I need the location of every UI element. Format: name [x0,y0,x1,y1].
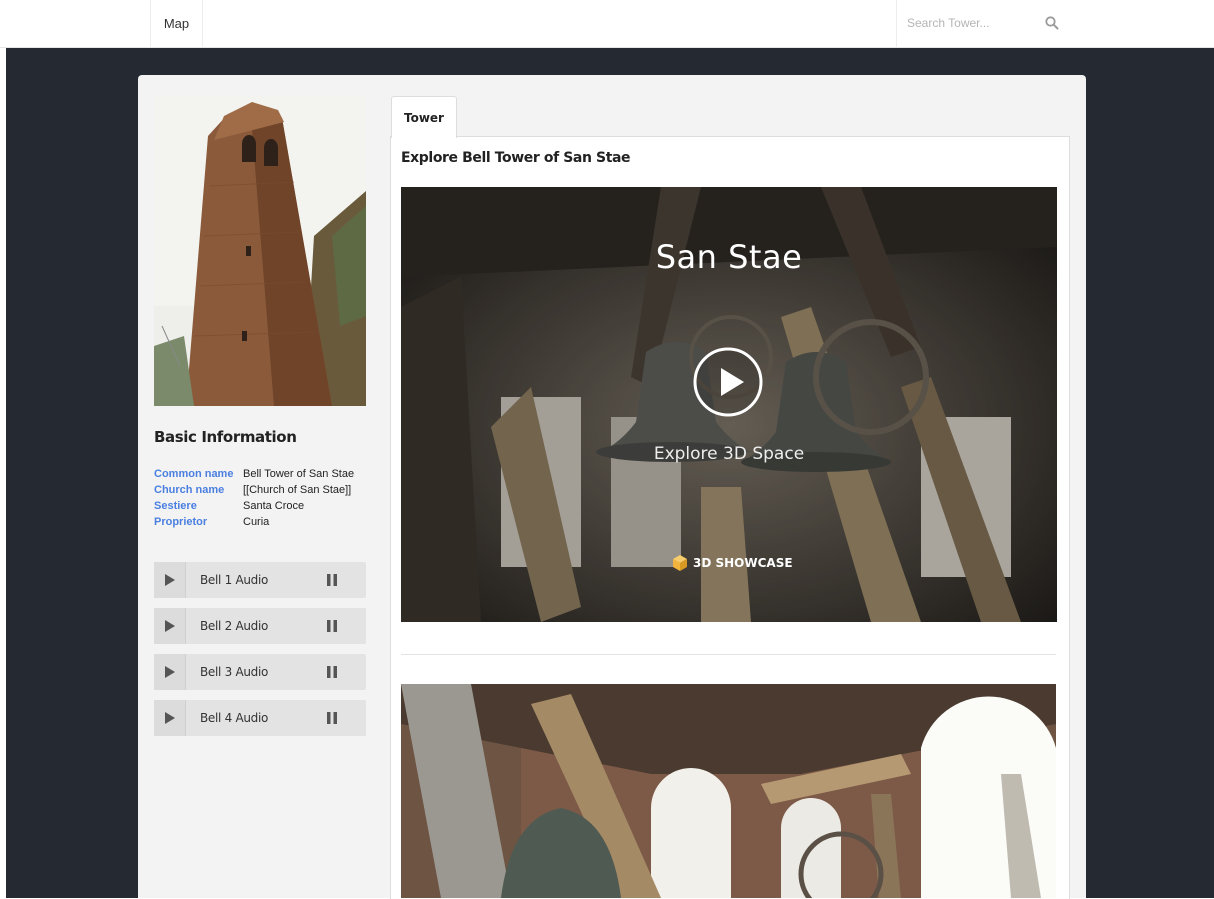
tab-tower[interactable]: Tower [391,96,457,138]
search-input[interactable] [907,13,1027,33]
info-value: Santa Croce [243,500,305,512]
showcase-badge-label: 3D SHOWCASE [693,556,793,570]
bell-audio-label: Bell 3 Audio [200,665,269,679]
info-key: Church name [154,484,225,496]
3d-showcase-viewer[interactable]: San Stae Explore 3D Space 3D SHOWCASE [401,187,1057,622]
pause-icon[interactable] [326,666,338,678]
bell-audio-label: Bell 2 Audio [200,619,269,633]
cube-icon [673,555,687,571]
3d-showcase-badge: 3D SHOWCASE [671,553,793,573]
play-icon[interactable] [692,346,764,418]
play-icon [164,712,175,724]
bell-2-audio-player: Bell 2 Audio [154,608,366,644]
info-row: Proprietor Curia [154,514,354,530]
info-key: Sestiere [154,500,197,512]
info-row: Sestiere Santa Croce [154,498,354,514]
bell-4-play-button[interactable] [154,700,186,736]
basic-information-heading: Basic Information [154,428,297,446]
bell-3-audio-player: Bell 3 Audio [154,654,366,690]
basic-information-table: Common name Bell Tower of San Stae Churc… [154,466,354,530]
bell-3-play-button[interactable] [154,654,186,690]
bell-1-audio-player: Bell 1 Audio [154,562,366,598]
info-value: [[Church of San Stae]] [243,484,352,496]
bell-audio-label: Bell 1 Audio [200,573,269,587]
info-value: Curia [243,516,270,528]
showcase-title: San Stae [655,238,803,276]
play-icon [164,666,175,678]
showcase-caption: Explore 3D Space [653,444,805,464]
pause-icon[interactable] [326,574,338,586]
top-navbar: Map [0,0,1214,48]
info-value: Bell Tower of San Stae [243,468,355,480]
play-icon [164,620,175,632]
pause-icon[interactable] [326,712,338,724]
bell-audio-label: Bell 4 Audio [200,711,269,725]
search-box [896,0,1067,47]
content-divider [401,654,1056,655]
play-icon [164,574,175,586]
info-row: Common name Bell Tower of San Stae [154,466,354,482]
pause-icon[interactable] [326,620,338,632]
info-key: Common name [154,468,234,480]
tower-photo [154,96,366,406]
info-key: Proprietor [154,516,208,528]
search-icon[interactable] [1044,15,1060,31]
bell-2-play-button[interactable] [154,608,186,644]
bell-1-play-button[interactable] [154,562,186,598]
explore-title: Explore Bell Tower of San Stae [401,150,631,166]
info-row: Church name [[Church of San Stae]] [154,482,354,498]
bell-chamber-photo [401,684,1056,898]
nav-map-link[interactable]: Map [150,0,203,47]
bell-4-audio-player: Bell 4 Audio [154,700,366,736]
